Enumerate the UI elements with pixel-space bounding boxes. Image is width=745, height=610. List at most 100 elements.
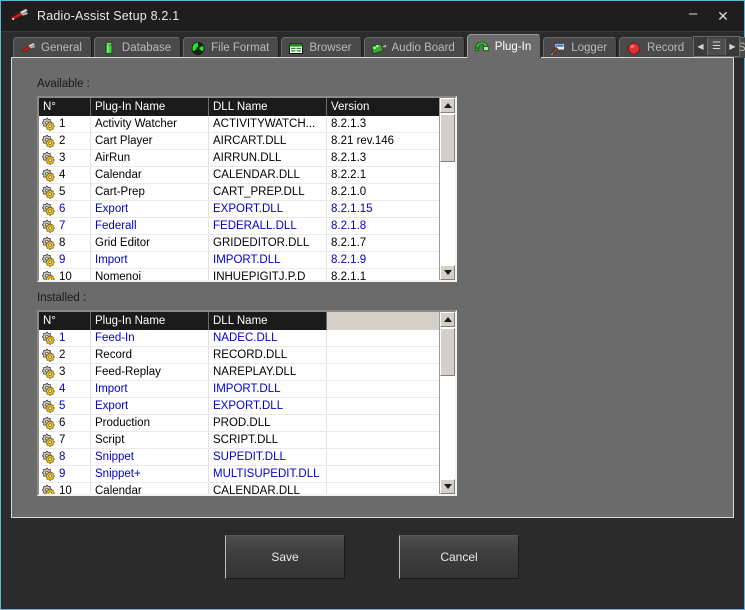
table-row[interactable]: 2Cart PlayerAIRCART.DLL8.21 rev.146	[39, 133, 455, 150]
table-row[interactable]: 1Activity WatcherACTIVITYWATCH...8.2.1.3	[39, 116, 455, 133]
column-header-version[interactable]: Version	[327, 98, 455, 116]
column-header-number[interactable]: N°	[39, 98, 91, 116]
plugin-name-cell: Cart-Prep	[91, 184, 209, 200]
tab-plug-in[interactable]: Plug-In	[467, 34, 541, 58]
dll-name-cell: CART_PREP.DLL	[209, 184, 327, 200]
row-number-cell: 6	[39, 201, 91, 217]
scroll-up-button[interactable]	[440, 312, 455, 327]
dll-name-cell: SCRIPT.DLL	[209, 432, 327, 448]
tab-label: General	[41, 42, 82, 54]
tab-file-format[interactable]: File Format	[183, 37, 279, 58]
plugin-gear-icon	[41, 202, 57, 216]
tab-list-menu-icon[interactable]: ☰	[707, 38, 726, 55]
row-number-cell: 1	[39, 330, 91, 346]
plugin-gear-icon	[41, 253, 57, 267]
table-row[interactable]: 8Grid EditorGRIDEDITOR.DLL8.2.1.7	[39, 235, 455, 252]
table-row[interactable]: 9ImportIMPORT.DLL8.2.1.9	[39, 252, 455, 269]
minimize-button[interactable]: –	[678, 0, 708, 32]
row-number-cell: 6	[39, 415, 91, 431]
column-header-empty[interactable]	[327, 312, 455, 330]
row-number: 1	[59, 118, 65, 130]
tab-browser[interactable]: Browser	[281, 37, 361, 58]
plugin-name-cell: Snippet	[91, 449, 209, 465]
scroll-down-button[interactable]	[440, 479, 455, 494]
radiation-icon	[190, 41, 206, 56]
table-row[interactable]: 6ExportEXPORT.DLL8.2.1.15	[39, 201, 455, 218]
close-button[interactable]: ✕	[708, 3, 738, 29]
plugin-gear-icon	[41, 365, 57, 379]
swiss-knife-icon	[20, 41, 36, 56]
dll-name-cell: GRIDEDITOR.DLL	[209, 235, 327, 251]
chevron-down-icon	[444, 270, 452, 275]
row-number: 7	[59, 434, 65, 446]
available-list[interactable]: N° Plug-In Name DLL Name Version 1Activi…	[37, 96, 457, 282]
table-row[interactable]: 6ProductionPROD.DLL	[39, 415, 455, 432]
tab-audio-board[interactable]: Audio Board	[364, 37, 465, 58]
window-controls: – ✕	[678, 1, 738, 31]
table-row[interactable]: 10CalendarCALENDAR.DLL	[39, 483, 455, 496]
version-cell: 8.2.1.15	[327, 201, 455, 217]
table-row[interactable]: 4ImportIMPORT.DLL	[39, 381, 455, 398]
available-scrollbar[interactable]	[439, 98, 455, 280]
scrollbar-thumb[interactable]	[440, 114, 455, 162]
table-row[interactable]: 3Feed-ReplayNAREPLAY.DLL	[39, 364, 455, 381]
installed-list[interactable]: N° Plug-In Name DLL Name 1Feed-InNADEC.D…	[37, 310, 457, 496]
tab-logger[interactable]: Logger	[543, 37, 617, 58]
row-number-cell: 10	[39, 483, 91, 496]
row-number: 4	[59, 383, 65, 395]
table-row[interactable]: 8SnippetSUPEDIT.DLL	[39, 449, 455, 466]
empty-cell	[327, 364, 455, 380]
version-cell: 8.2.1.0	[327, 184, 455, 200]
column-header-number[interactable]: N°	[39, 312, 91, 330]
scroll-up-button[interactable]	[440, 98, 455, 113]
table-row[interactable]: 5ExportEXPORT.DLL	[39, 398, 455, 415]
plugin-gear-icon	[41, 382, 57, 396]
plugin-gear-icon	[41, 134, 57, 148]
row-number-cell: 5	[39, 184, 91, 200]
column-header-plugin[interactable]: Plug-In Name	[91, 312, 209, 330]
row-number: 3	[59, 366, 65, 378]
version-cell: 8.2.1.3	[327, 150, 455, 166]
column-header-plugin[interactable]: Plug-In Name	[91, 98, 209, 116]
database-icon	[101, 41, 117, 56]
row-number: 6	[59, 203, 65, 215]
table-row[interactable]: 7ScriptSCRIPT.DLL	[39, 432, 455, 449]
table-row[interactable]: 3AirRunAIRRUN.DLL8.2.1.3	[39, 150, 455, 167]
empty-cell	[327, 432, 455, 448]
table-row[interactable]: 10NomenoiINHUEPIGITJ.P.D8.2.1.1	[39, 269, 455, 282]
dll-name-cell: CALENDAR.DLL	[209, 167, 327, 183]
tab-scroll-next-button[interactable]: ▶	[726, 38, 739, 55]
table-row[interactable]: 5Cart-PrepCART_PREP.DLL8.2.1.0	[39, 184, 455, 201]
plugin-name-cell: Feed-Replay	[91, 364, 209, 380]
plugin-name-cell: Nomenoi	[91, 269, 209, 282]
installed-scrollbar[interactable]	[439, 312, 455, 494]
row-number-cell: 10	[39, 269, 91, 282]
cancel-button[interactable]: Cancel	[399, 535, 519, 579]
version-cell: 8.2.1.7	[327, 235, 455, 251]
table-row[interactable]: 9Snippet+MULTISUPEDIT.DLL	[39, 466, 455, 483]
tab-scroll-prev-button[interactable]: ◀	[694, 38, 707, 55]
tab-database[interactable]: Database	[94, 37, 181, 58]
scrollbar-thumb[interactable]	[440, 328, 455, 376]
column-header-dll[interactable]: DLL Name	[209, 98, 327, 116]
dll-name-cell: IMPORT.DLL	[209, 381, 327, 397]
save-button[interactable]: Save	[225, 535, 345, 579]
tab-general[interactable]: General	[13, 37, 92, 58]
audio-board-icon	[371, 41, 387, 56]
record-icon	[626, 41, 642, 56]
installed-label: Installed :	[37, 292, 86, 304]
table-row[interactable]: 7FederallFEDERALL.DLL8.2.1.8	[39, 218, 455, 235]
scroll-down-button[interactable]	[440, 265, 455, 280]
table-row[interactable]: 2RecordRECORD.DLL	[39, 347, 455, 364]
empty-cell	[327, 381, 455, 397]
row-number: 10	[59, 485, 72, 496]
empty-cell	[327, 483, 455, 496]
table-row[interactable]: 4CalendarCALENDAR.DLL8.2.2.1	[39, 167, 455, 184]
empty-cell	[327, 330, 455, 346]
dll-name-cell: EXPORT.DLL	[209, 201, 327, 217]
column-header-dll[interactable]: DLL Name	[209, 312, 327, 330]
row-number-cell: 4	[39, 381, 91, 397]
table-row[interactable]: 1Feed-InNADEC.DLL	[39, 330, 455, 347]
dll-name-cell: EXPORT.DLL	[209, 398, 327, 414]
tab-record[interactable]: Record	[619, 37, 694, 58]
